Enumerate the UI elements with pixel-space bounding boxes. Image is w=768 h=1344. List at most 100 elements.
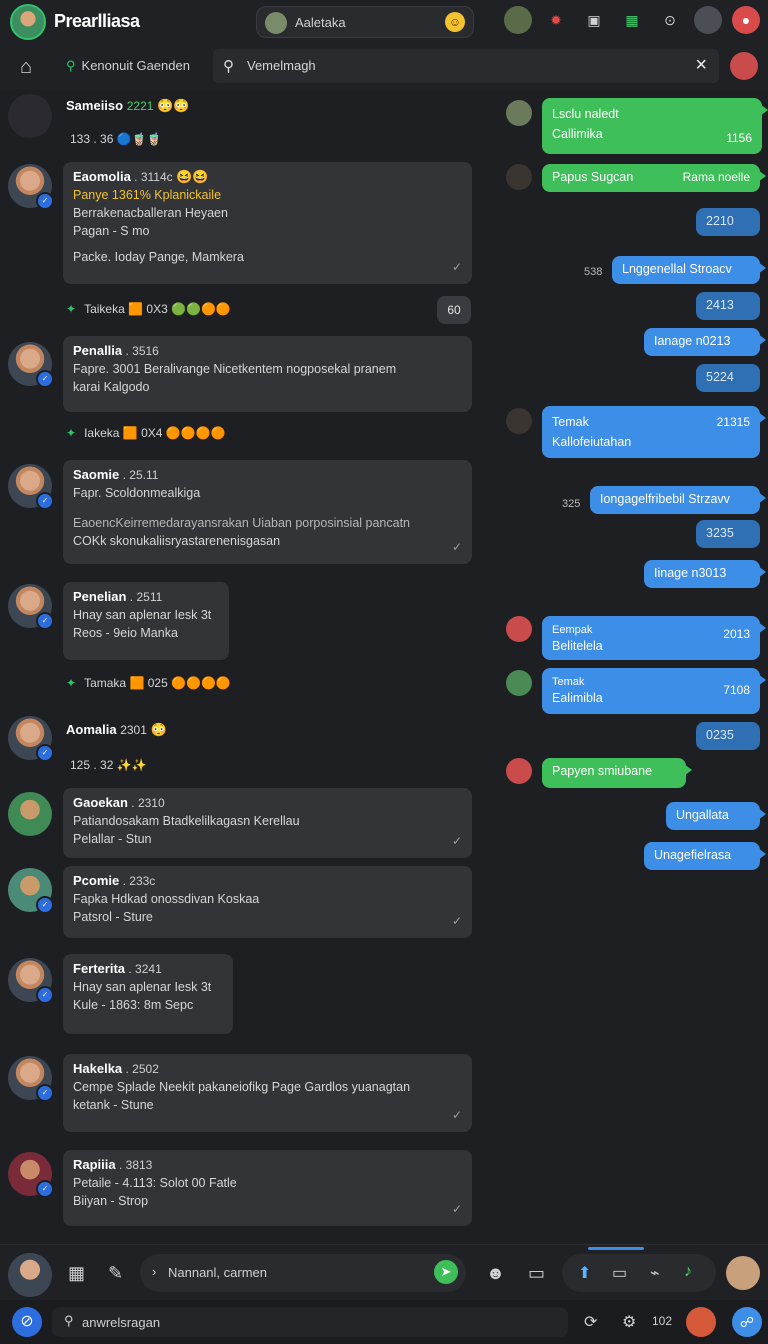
- message-bubble[interactable]: Iinage n3013: [644, 560, 766, 588]
- home-icon[interactable]: ⌂: [14, 55, 38, 79]
- profile-avatar[interactable]: [694, 6, 722, 34]
- app-logo-icon[interactable]: ⊘: [12, 1307, 42, 1337]
- reaction-row[interactable]: ✦ Taikeka 🟧 0X3 🟢🟢🟠🟠: [66, 302, 231, 316]
- sender-name: Pcomie: [73, 873, 120, 888]
- message-bubble[interactable]: Lsclu naledt Callimika 1156: [542, 98, 768, 154]
- message-bubble[interactable]: Ungallata: [666, 802, 766, 830]
- message-card[interactable]: Eaomolia . 3114c 😆😆 Panye 1361% Kplanick…: [63, 162, 472, 284]
- verified-badge-icon: ✓: [36, 370, 54, 388]
- avatar[interactable]: ✓: [8, 464, 54, 510]
- sender-name: Sameiiso 2221 😳😳: [66, 98, 189, 114]
- message-bubble[interactable]: Papyen smiubane: [542, 758, 692, 788]
- avatar[interactable]: [8, 94, 52, 138]
- message-card[interactable]: Ferterita . 3241 Hnay san aplenar Iesk 3…: [63, 954, 233, 1034]
- bubble-title: Lsclu naledt: [552, 107, 619, 121]
- avatar[interactable]: ✓: [8, 958, 54, 1004]
- message-icon[interactable]: ▭: [612, 1263, 627, 1283]
- app-avatar[interactable]: [10, 4, 46, 40]
- refresh-icon[interactable]: ⟳: [584, 1312, 597, 1332]
- tag-icon[interactable]: ⌁: [650, 1263, 660, 1283]
- reaction-row[interactable]: ✦ Tamaka 🟧 025 🟠🟠🟠🟠: [66, 676, 231, 690]
- message-line: Kule - 1863: 8m Sepc: [73, 998, 194, 1012]
- sub-avatar[interactable]: [730, 52, 758, 80]
- verified-badge-icon: ✓: [36, 492, 54, 510]
- bubble-time: 21315: [716, 415, 750, 429]
- emoji-icon: 🟧: [122, 426, 138, 440]
- avatar[interactable]: ✓: [8, 342, 54, 388]
- message-bubble[interactable]: 5224: [696, 364, 760, 392]
- smiley-icon[interactable]: ☺: [445, 12, 465, 32]
- avatar[interactable]: ✓: [8, 716, 54, 762]
- attach-icon[interactable]: ▭: [528, 1263, 545, 1284]
- avatar[interactable]: [506, 164, 532, 190]
- global-search-input[interactable]: ⚲ anwrelsragan: [52, 1307, 568, 1337]
- count-pill[interactable]: 60: [437, 296, 471, 324]
- message-bubble[interactable]: Ianage n0213: [644, 328, 766, 356]
- verified-badge-icon: ✓: [36, 744, 54, 762]
- message-bubble[interactable]: 2210: [696, 208, 760, 236]
- avatar[interactable]: [506, 408, 532, 434]
- mic-icon[interactable]: ♪: [684, 1263, 692, 1281]
- message-card[interactable]: Hakelka . 2502 Cempe Splade Neekit pakan…: [63, 1054, 472, 1132]
- info-icon[interactable]: ⊙: [656, 6, 684, 34]
- verified-badge-icon: ✓: [36, 896, 54, 914]
- section-search-label[interactable]: ⚲ Kenonuit Gaenden: [66, 58, 190, 74]
- bubble-tail: [684, 764, 692, 776]
- message-sub: 125 . 32 ✨✨: [70, 758, 147, 772]
- message-stamp: 538: [584, 266, 603, 278]
- message-bubble[interactable]: Papus Sugcan Rama noelle: [542, 164, 766, 192]
- gallery-icon[interactable]: ▦: [618, 6, 646, 34]
- avatar[interactable]: ✓: [8, 868, 54, 914]
- avatar[interactable]: [506, 100, 532, 126]
- message-sub: 133 . 36 🔵🧋🧋: [70, 132, 162, 146]
- contact-avatar[interactable]: [504, 6, 532, 34]
- pen-icon[interactable]: ✎: [108, 1263, 123, 1284]
- my-avatar[interactable]: [8, 1253, 52, 1297]
- close-icon[interactable]: ×: [695, 54, 707, 77]
- gear-icon[interactable]: ✹: [542, 6, 570, 34]
- message-card[interactable]: Saomie . 25.11 Fapr. Scoldonmealkiga Eao…: [63, 460, 472, 564]
- sender-name: Penallia: [73, 343, 123, 358]
- message-card[interactable]: Penelian . 2511 Hnay san aplenar Iesk 3t…: [63, 582, 229, 660]
- avatar[interactable]: [506, 670, 532, 696]
- emoji-icon[interactable]: ☻: [486, 1263, 505, 1284]
- contact-avatar[interactable]: [726, 1256, 760, 1290]
- bubble-tail: [758, 334, 766, 346]
- search-input[interactable]: ⚲ Vemelmagh ×: [213, 49, 719, 83]
- message-card[interactable]: Gaoekan . 2310 Patiandosakam Btadkelilka…: [63, 788, 472, 858]
- bubble-tail: [758, 808, 766, 820]
- user-avatar[interactable]: [686, 1307, 716, 1337]
- gear-icon[interactable]: ⚙: [622, 1312, 636, 1332]
- send-icon[interactable]: ➤: [434, 1260, 458, 1284]
- message-stamp: 325: [562, 498, 581, 510]
- avatar[interactable]: [506, 616, 532, 642]
- message-bubble[interactable]: 2413: [696, 292, 760, 320]
- top-search-field[interactable]: Aaletaka ☺: [256, 6, 474, 38]
- people-icon[interactable]: ☍: [732, 1307, 762, 1337]
- message-bubble[interactable]: 0235: [696, 722, 760, 750]
- notification-icon[interactable]: ●: [732, 6, 760, 34]
- message-card[interactable]: Penallia . 3516 Fapre. 3001 Beralivange …: [63, 336, 472, 412]
- bubble-text: Ungallata: [676, 808, 729, 822]
- camera-icon[interactable]: ▣: [580, 6, 608, 34]
- grid-icon[interactable]: ▦: [68, 1263, 85, 1284]
- message-bubble[interactable]: Temak Kallofeiutahan 21315: [542, 406, 766, 458]
- message-bubble[interactable]: Eempak Belitelela 2013: [542, 616, 766, 660]
- message-bubble[interactable]: Lnggenellal Stroacv: [612, 256, 766, 284]
- avatar[interactable]: ✓: [8, 1056, 54, 1102]
- message-input[interactable]: › Nannanl, carmen ➤: [140, 1254, 466, 1292]
- message-card[interactable]: Pcomie . 233c Fapka Hdkad onossdivan Kos…: [63, 866, 472, 938]
- message-bubble[interactable]: Iongagelfribebil Strzavv: [590, 486, 766, 514]
- avatar[interactable]: ✓: [8, 584, 54, 630]
- avatar[interactable]: [8, 792, 52, 836]
- avatar[interactable]: ✓: [8, 1152, 54, 1198]
- avatar[interactable]: [506, 758, 532, 784]
- upload-icon[interactable]: ⬆: [578, 1263, 591, 1283]
- reaction-row[interactable]: ✦ Iakeka 🟧 0X4 🟠🟠🟠🟠: [66, 426, 226, 440]
- bubble-text: Lnggenellal Stroacv: [622, 262, 732, 276]
- message-bubble[interactable]: 3235: [696, 520, 760, 548]
- avatar[interactable]: ✓: [8, 164, 54, 210]
- message-bubble[interactable]: Unagefielrasa: [644, 842, 766, 870]
- message-card[interactable]: Rapiiia . 3813 Petaile - 4.113: Solot 00…: [63, 1150, 472, 1226]
- message-bubble[interactable]: Temak Ealimibla 7108: [542, 668, 766, 714]
